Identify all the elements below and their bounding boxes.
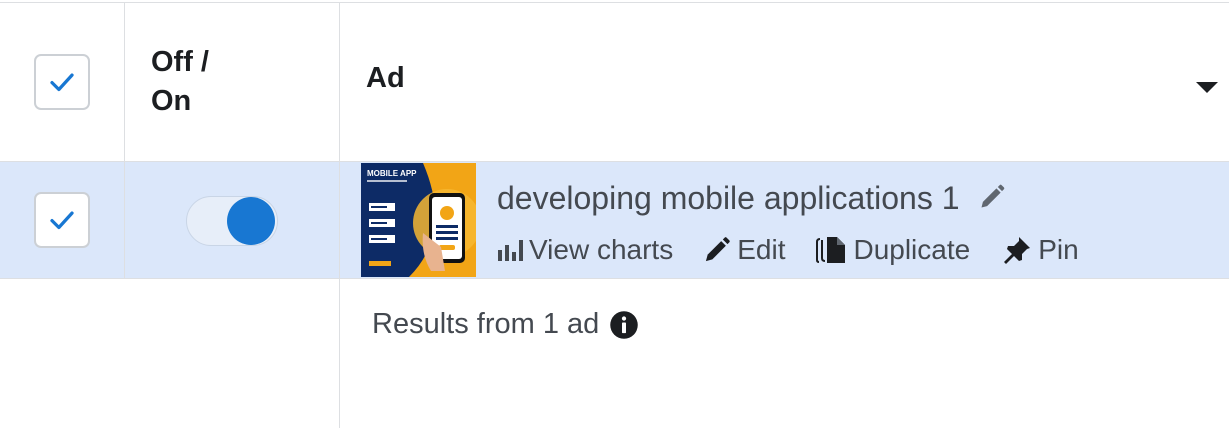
results-summary: Results from 1 ad — [372, 308, 639, 341]
thumbnail-title: MOBILE APP — [367, 169, 417, 178]
pencil-icon — [703, 236, 731, 264]
column-divider-1 — [124, 2, 125, 278]
column-header-off-on[interactable]: Off / On — [151, 43, 209, 121]
ad-thumbnail-image: MOBILE APP — [361, 163, 476, 277]
view-charts-label: View charts — [529, 234, 674, 265]
edit-label: Edit — [737, 234, 786, 265]
toggle-knob — [227, 197, 275, 245]
table-row[interactable]: MOBILE APP developing mobile application… — [0, 162, 1229, 278]
pin-link[interactable]: Pin — [1000, 234, 1079, 266]
check-icon — [50, 211, 74, 230]
sort-caret-icon[interactable] — [1196, 82, 1218, 93]
row-checkbox[interactable] — [34, 192, 90, 248]
duplicate-label: Duplicate — [853, 234, 971, 265]
column-divider-2 — [339, 2, 340, 428]
pencil-icon[interactable] — [978, 182, 1006, 219]
ad-actions: View charts Edit Duplicate Pin — [497, 234, 1109, 266]
ad-name-text: developing mobile applications 1 — [497, 180, 960, 216]
duplicate-link[interactable]: Duplicate — [815, 234, 970, 266]
column-header-off-on-line2: On — [151, 85, 192, 117]
results-text: Results from 1 ad — [372, 308, 600, 340]
pin-icon — [1000, 235, 1032, 265]
edit-link[interactable]: Edit — [703, 234, 785, 266]
table-header-row: Off / On Ad — [0, 3, 1229, 161]
select-all-checkbox[interactable] — [34, 54, 90, 110]
ad-name[interactable]: developing mobile applications 1 — [497, 180, 1006, 219]
info-icon[interactable] — [609, 310, 639, 340]
header-checkbox-cell — [0, 3, 124, 161]
ads-table: Off / On Ad MOBILE APP developing mobile… — [0, 0, 1229, 428]
bar-chart-icon — [497, 238, 523, 262]
ad-thumbnail[interactable]: MOBILE APP — [361, 163, 476, 277]
ad-status-toggle[interactable] — [186, 196, 278, 246]
duplicate-icon — [815, 236, 847, 264]
row-divider — [0, 278, 1229, 279]
column-header-off-on-line1: Off / — [151, 46, 209, 78]
row-checkbox-cell — [0, 162, 124, 278]
view-charts-link[interactable]: View charts — [497, 234, 673, 266]
pin-label: Pin — [1038, 234, 1079, 265]
column-header-ad[interactable]: Ad — [366, 62, 405, 95]
check-icon — [50, 73, 74, 92]
